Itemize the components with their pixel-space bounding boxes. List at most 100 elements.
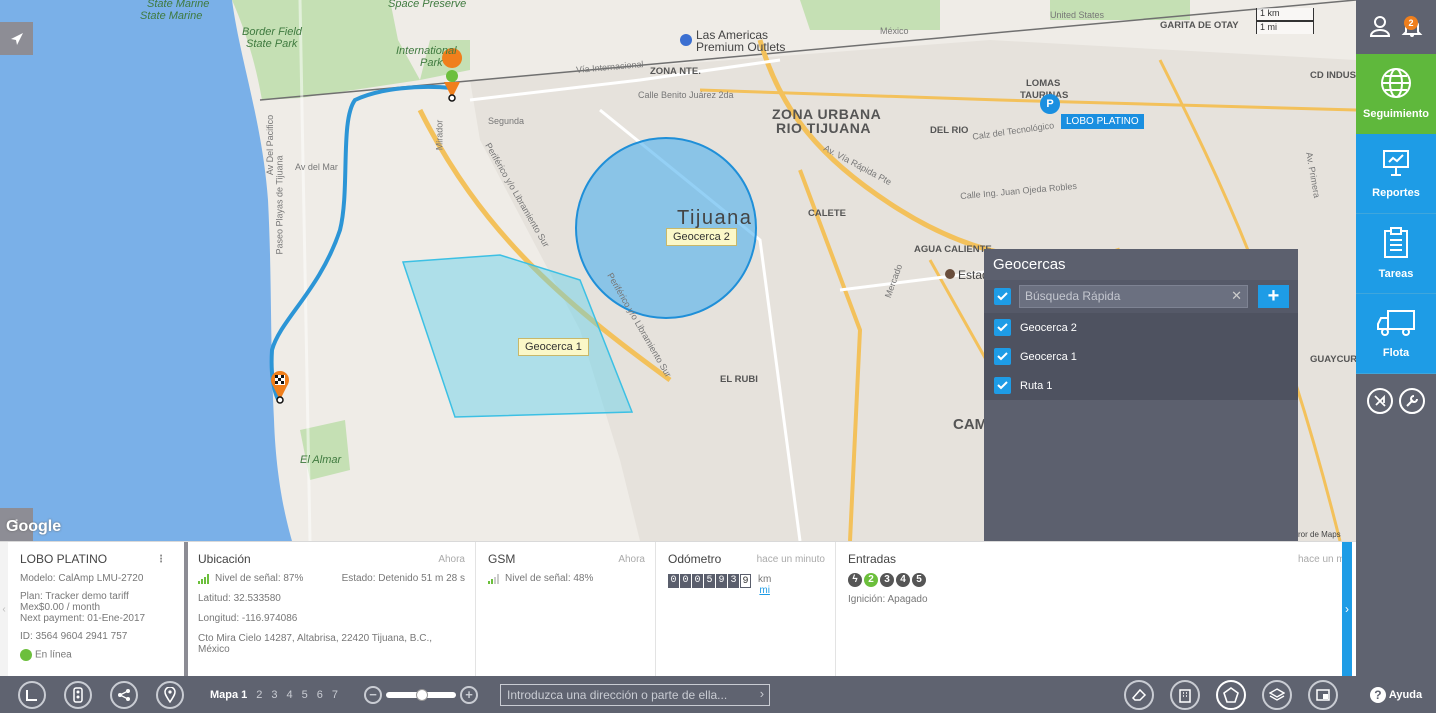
geofence-search-row: Búsqueda Rápida ✕ + [984, 280, 1298, 313]
ruler-icon [26, 689, 37, 701]
map-pin-icon [164, 686, 176, 703]
unit-label[interactable]: LOBO PLATINO [1061, 114, 1144, 129]
help-button[interactable]: ? Ayuda [1356, 687, 1436, 703]
buildings-button[interactable] [1170, 679, 1200, 710]
nav-seguimiento[interactable]: Seguimiento [1356, 54, 1436, 134]
nav-reportes[interactable]: Reportes [1356, 134, 1436, 214]
odometer-digit: 5 [704, 574, 715, 588]
check-icon [997, 323, 1008, 332]
share-button[interactable] [110, 680, 138, 709]
nav-label: Seguimiento [1362, 108, 1429, 120]
map-label: ZONA NTE. [650, 66, 701, 77]
zoom-out-button[interactable]: − [364, 685, 383, 704]
scale-km: 1 km [1256, 8, 1314, 21]
map-label: State Marine [147, 0, 210, 10]
add-geofence-button[interactable]: + [1258, 285, 1289, 308]
geofence-tool-button[interactable] [1216, 679, 1246, 710]
map-label: GUAYCURA [1310, 354, 1356, 365]
chevron-right-icon[interactable]: › [760, 686, 764, 701]
select-all-checkbox[interactable] [994, 288, 1011, 305]
parking-pin[interactable]: P [1040, 94, 1060, 114]
nav-flota[interactable]: Flota [1356, 294, 1436, 374]
check-icon [997, 381, 1008, 390]
right-navigation: 2 Seguimiento Reportes Tareas Flota ? Ay… [1356, 0, 1436, 713]
inputs-card[interactable]: Entradas ϟ 2 3 4 5 Ignición: Apagado [836, 542, 984, 677]
map-label: El Almar [300, 454, 342, 466]
map-label: Border Field [242, 26, 302, 38]
odometer-alt-unit-link[interactable]: mi [758, 585, 771, 596]
scroll-right-button[interactable]: › [1342, 542, 1352, 677]
address-search-input[interactable]: Introduzca una dirección o parte de ella… [500, 683, 771, 706]
geofence-polygon-label[interactable]: Geocerca 1 [518, 338, 589, 356]
map-tab[interactable]: 6 [317, 689, 323, 701]
zoom-slider-knob[interactable] [416, 688, 429, 701]
geofence-circle-label[interactable]: Geocerca 2 [666, 228, 737, 246]
no-signal-button[interactable] [1367, 388, 1393, 414]
more-options-icon[interactable]: ⋮ [156, 554, 166, 565]
nav-tareas[interactable]: Tareas [1356, 214, 1436, 294]
geofence-item[interactable]: Ruta 1 [984, 371, 1298, 400]
odometer-row: 0 0 0 5 9 3 9 km mi [668, 566, 823, 596]
geofence-search-input[interactable]: Búsqueda Rápida ✕ [1019, 285, 1248, 308]
window-icon [1316, 688, 1330, 701]
map-tab[interactable]: 4 [287, 689, 293, 701]
geofence-item-label: Ruta 1 [1020, 379, 1053, 392]
location-card[interactable]: Ubicación Ahora Nivel de señal: 87% Esta… [186, 542, 476, 677]
vehicle-price: Mex$0.00 / month [20, 602, 101, 613]
user-icon[interactable] [1369, 15, 1391, 40]
map-label: DEL RIO [930, 125, 969, 136]
check-icon [997, 292, 1008, 301]
geofence-checkbox[interactable] [994, 348, 1011, 365]
vehicle-info-strip: ‹ LOBO PLATINO ⋮ Modelo: CalAmp LMU-2720… [0, 541, 1356, 677]
wrench-icon [1406, 395, 1418, 407]
zoom-in-button[interactable]: + [460, 685, 479, 704]
settings-button[interactable] [1399, 388, 1425, 414]
geofence-item[interactable]: Geocerca 1 [984, 342, 1298, 371]
geofence-checkbox[interactable] [994, 319, 1011, 336]
user-toolbar: 2 [1356, 0, 1436, 54]
nav-tools [1356, 374, 1436, 428]
map-tabs: Mapa 1 2 3 4 5 6 7 [210, 689, 338, 701]
locate-button[interactable] [0, 22, 33, 55]
map-label: State Park [246, 38, 298, 50]
vehicle-name: LOBO PLATINO [20, 552, 108, 566]
eraser-button[interactable] [1124, 679, 1154, 710]
geofence-item-label: Geocerca 1 [1020, 350, 1077, 363]
odometer-unit: km [758, 574, 772, 585]
poi-button[interactable] [156, 680, 184, 709]
map-tab[interactable]: 7 [332, 689, 338, 701]
map-tab[interactable]: 3 [271, 689, 277, 701]
vehicle-next-payment: Next payment: 01-Ene-2017 [20, 613, 146, 624]
ruler-button[interactable] [18, 680, 46, 709]
geofence-checkbox[interactable] [994, 377, 1011, 394]
layers-button[interactable] [1262, 679, 1292, 710]
ocean [0, 0, 292, 541]
odometer-card[interactable]: Odómetro hace un minuto 0 0 0 5 9 3 9 km… [656, 542, 836, 677]
gsm-card[interactable]: GSM Ahora Nivel de señal: 48% [476, 542, 656, 677]
map-label: Paseo Playas de Tijuana [274, 155, 285, 255]
map-tab[interactable]: 5 [302, 689, 308, 701]
latitude: Latitud: 32.533580 [198, 593, 281, 604]
notification-badge: 2 [1404, 16, 1418, 30]
signal-icon [488, 574, 499, 584]
presentation-icon [1381, 148, 1411, 181]
map-tab[interactable]: 2 [256, 689, 262, 701]
traffic-button[interactable] [64, 680, 92, 709]
minimap-button[interactable] [1308, 679, 1338, 710]
park-area [232, 0, 420, 100]
ignition-status: Ignición: Apagado [848, 594, 928, 605]
map-tab[interactable]: Mapa 1 [210, 689, 247, 701]
map-label: México [880, 26, 909, 36]
odometer-units: km mi [758, 574, 771, 596]
geofence-item[interactable]: Geocerca 2 [984, 313, 1298, 342]
odometer-digit: 0 [668, 574, 679, 588]
input-indicator: 3 [880, 573, 894, 587]
location-signal-row: Nivel de señal: 87% Estado: Detenido 51 … [198, 573, 465, 584]
scale-mi: 1 mi [1256, 21, 1314, 34]
map-label: Tijuana [677, 207, 753, 229]
vehicle-card[interactable]: LOBO PLATINO ⋮ Modelo: CalAmp LMU-2720 P… [8, 542, 188, 677]
clear-icon[interactable]: ✕ [1231, 288, 1242, 304]
geofence-list: Geocerca 2 Geocerca 1 Ruta 1 [984, 313, 1298, 400]
scroll-left-button[interactable]: ‹ [0, 542, 8, 677]
zoom-slider[interactable] [386, 688, 457, 701]
